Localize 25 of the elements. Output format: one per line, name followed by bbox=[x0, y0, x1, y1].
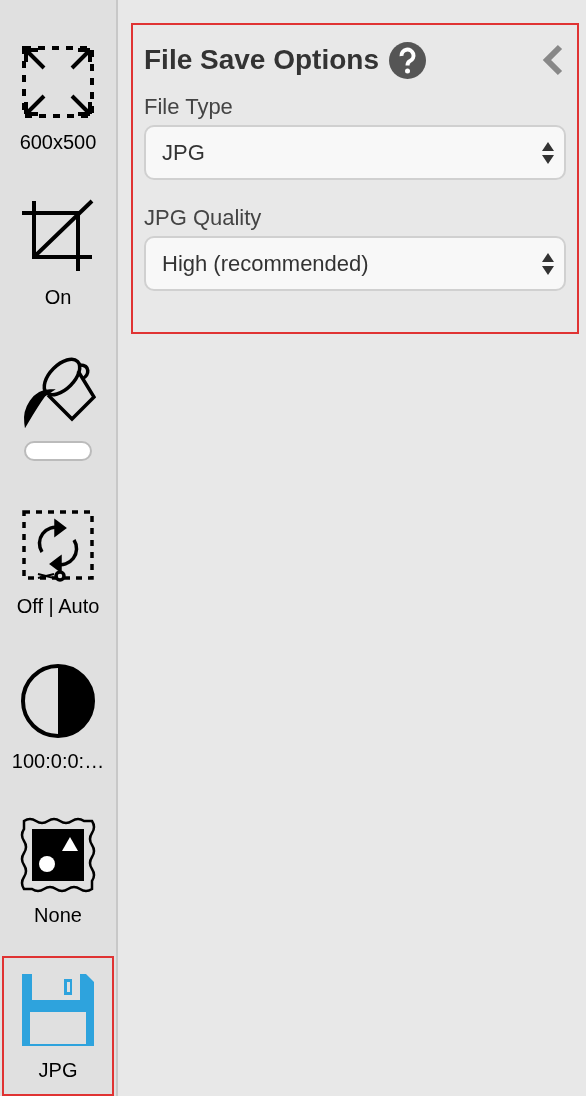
collapse-chevron-icon[interactable] bbox=[542, 44, 564, 76]
tool-button[interactable]: 600x500 bbox=[2, 28, 114, 168]
framed-picture-icon bbox=[20, 817, 96, 894]
select-arrows-icon bbox=[542, 140, 554, 165]
tool-button[interactable]: JPG bbox=[2, 956, 114, 1096]
tool-button[interactable]: None bbox=[2, 801, 114, 942]
tool-button[interactable]: Off | Auto bbox=[2, 492, 114, 632]
tool-button[interactable]: 100:0:0:… bbox=[2, 646, 114, 787]
resize-icon bbox=[20, 43, 96, 120]
tool-button[interactable]: On bbox=[2, 182, 114, 323]
select-arrows-icon bbox=[542, 251, 554, 276]
tool-label: None bbox=[34, 905, 82, 926]
help-icon[interactable] bbox=[388, 41, 426, 79]
field-label: File Type bbox=[144, 93, 234, 121]
tool-label: Off | Auto bbox=[16, 596, 100, 616]
tool-label: 100:0:0:… bbox=[11, 750, 105, 771]
select-field[interactable]: High (recommended) bbox=[144, 236, 566, 291]
field-label: JPG Quality bbox=[144, 204, 263, 232]
select-field[interactable]: JPG bbox=[144, 125, 566, 180]
rotate-crop-icon bbox=[20, 508, 96, 584]
panel-title: File Save Options bbox=[144, 43, 379, 77]
contrast-icon bbox=[20, 662, 96, 739]
tool-label: On bbox=[44, 286, 72, 307]
tool-label: JPG bbox=[38, 1060, 78, 1081]
tool-label: 600x500 bbox=[19, 131, 97, 152]
